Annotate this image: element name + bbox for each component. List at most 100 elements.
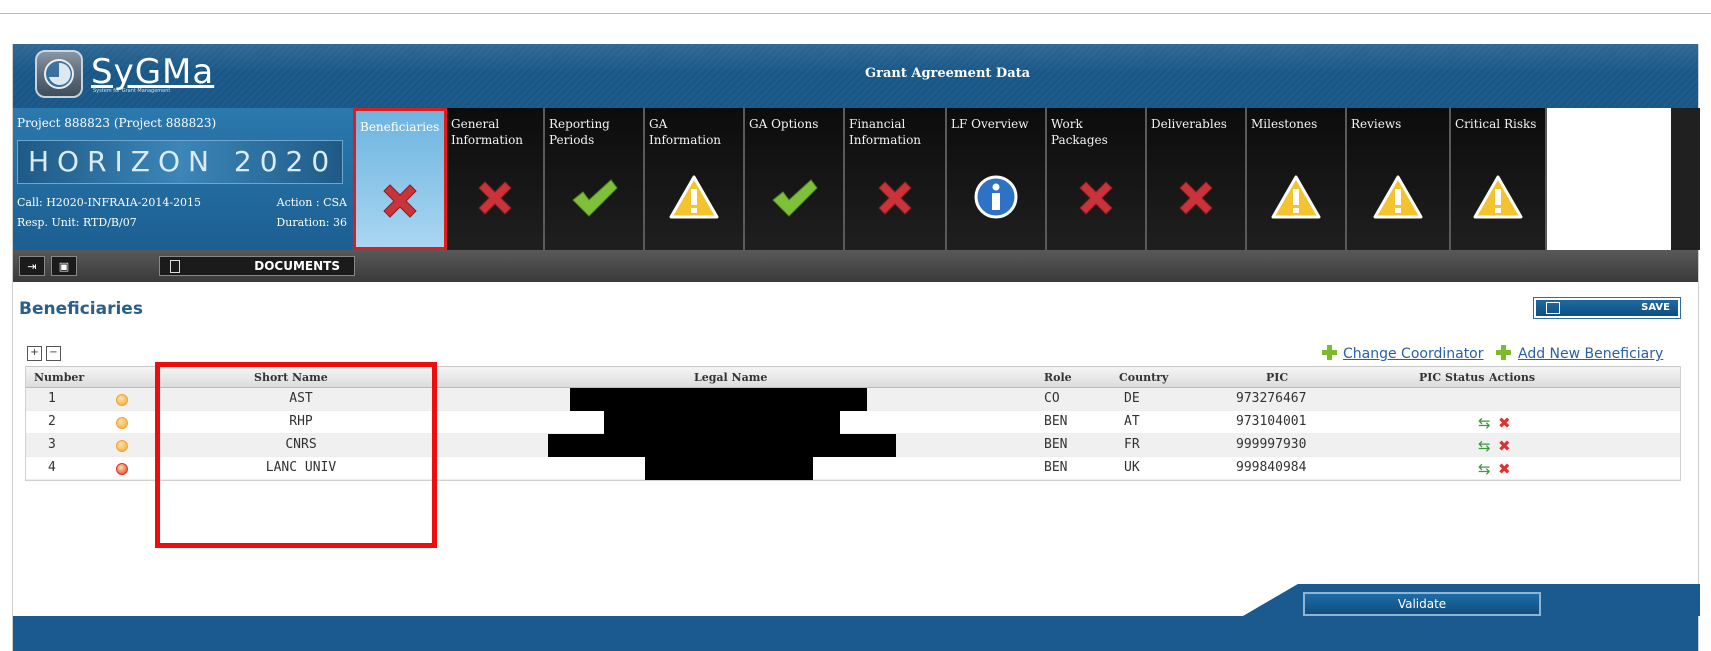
footer-bar	[13, 616, 1698, 651]
tab-label: Beneficiaries	[360, 120, 440, 134]
plus-icon	[1322, 345, 1337, 360]
delete-icon[interactable]: ✖	[1498, 414, 1511, 432]
project-action: Action : CSA	[276, 196, 347, 209]
section-title: Beneficiaries	[19, 299, 143, 319]
sygma-window: SyGMa System for Grant Management Grant …	[12, 44, 1700, 651]
tab-ga-information[interactable]: GA Information	[645, 108, 745, 250]
save-button[interactable]: SAVE	[1533, 297, 1681, 319]
redacted-legal-name	[645, 457, 813, 480]
cell-number: 3	[48, 437, 56, 452]
document-icon	[170, 260, 180, 273]
status-dot-icon	[116, 417, 128, 429]
sygma-logo[interactable]: SyGMa System for Grant Management	[35, 50, 214, 98]
col-country[interactable]: Country	[1119, 371, 1168, 384]
change-coordinator-link[interactable]: Change Coordinator	[1343, 346, 1484, 362]
tab-milestones[interactable]: Milestones	[1247, 108, 1347, 250]
cell-role: BEN	[1044, 437, 1068, 452]
change-role-icon[interactable]: ⇆	[1478, 437, 1491, 455]
cell-role: CO	[1044, 391, 1060, 406]
collapse-rows-icon[interactable]: −	[46, 346, 61, 361]
tab-lf-overview[interactable]: LF Overview	[947, 108, 1047, 250]
plus-icon	[1496, 345, 1511, 360]
cell-role: BEN	[1044, 460, 1068, 475]
col-pic-status[interactable]: PIC Status	[1419, 371, 1484, 384]
tab-reporting-periods[interactable]: Reporting Periods	[545, 108, 645, 250]
tab-status	[769, 174, 819, 226]
tab-label: Critical Risks	[1455, 117, 1537, 131]
table-expand-controls: + −	[27, 346, 61, 361]
tab-status	[376, 177, 424, 229]
tab-label: General Information	[451, 117, 524, 147]
validate-button[interactable]: Validate	[1303, 592, 1541, 616]
cell-number: 1	[48, 391, 56, 406]
tab-critical-risks[interactable]: Critical Risks	[1451, 108, 1547, 250]
cell-country: FR	[1124, 437, 1140, 452]
delete-icon[interactable]: ✖	[1498, 437, 1511, 455]
col-number[interactable]: Number	[34, 371, 84, 384]
tab-label: LF Overview	[951, 117, 1029, 131]
tab-label: Work Packages	[1051, 117, 1108, 147]
delete-icon[interactable]: ✖	[1498, 460, 1511, 478]
error-x-icon	[1179, 181, 1213, 215]
cell-country: UK	[1124, 460, 1140, 475]
print-icon[interactable]: ▣	[51, 256, 77, 276]
tab-financial-information[interactable]: Financial Information	[845, 108, 947, 250]
col-pic[interactable]: PIC	[1266, 371, 1288, 384]
tab-ga-options[interactable]: GA Options	[745, 108, 845, 250]
change-role-icon[interactable]: ⇆	[1478, 414, 1491, 432]
expand-all-icon[interactable]: ⇥	[19, 256, 45, 276]
status-dot-icon	[116, 394, 128, 406]
cell-number: 4	[48, 460, 56, 475]
page-title: Grant Agreement Data	[865, 66, 1031, 81]
app-header: SyGMa System for Grant Management Grant …	[13, 44, 1698, 108]
documents-label: DOCUMENTS	[254, 259, 340, 273]
tab-label: Deliverables	[1151, 117, 1227, 131]
tab-status	[973, 174, 1019, 224]
error-x-icon	[383, 184, 417, 218]
error-x-icon	[478, 181, 512, 215]
check-icon	[572, 179, 618, 217]
program-banner: HORIZON 2020	[17, 140, 343, 184]
project-duration: Duration: 36	[276, 216, 347, 229]
tab-status	[871, 174, 919, 226]
tab-label: GA Information	[649, 117, 722, 147]
save-icon	[1546, 302, 1560, 314]
redacted-legal-name	[548, 434, 896, 457]
expand-rows-icon[interactable]: +	[27, 346, 42, 361]
sygma-logo-icon	[35, 50, 83, 98]
tab-label: GA Options	[749, 117, 819, 131]
add-beneficiary-link[interactable]: Add New Beneficiary	[1518, 346, 1663, 362]
warning-icon	[1271, 175, 1321, 219]
tab-label: Reporting Periods	[549, 117, 610, 147]
cell-pic: 973276467	[1236, 391, 1307, 406]
tab-general-information[interactable]: General Information	[447, 108, 545, 250]
tab-work-packages[interactable]: Work Packages	[1047, 108, 1147, 250]
documents-button[interactable]: DOCUMENTS	[159, 256, 355, 276]
browser-top-strip	[0, 0, 1711, 14]
change-role-icon[interactable]: ⇆	[1478, 460, 1491, 478]
short-name-highlight	[155, 362, 437, 548]
tab-label: Financial Information	[849, 117, 922, 147]
project-resp-unit: Resp. Unit: RTD/B/07	[17, 216, 137, 229]
tab-label: Milestones	[1251, 117, 1318, 131]
tab-reviews[interactable]: Reviews	[1347, 108, 1451, 250]
tab-status	[1373, 174, 1423, 224]
col-role[interactable]: Role	[1044, 371, 1072, 384]
col-legal-name[interactable]: Legal Name	[694, 371, 767, 384]
save-label: SAVE	[1641, 302, 1670, 313]
tab-status	[669, 174, 719, 224]
cell-pic: 973104001	[1236, 414, 1307, 429]
cell-role: BEN	[1044, 414, 1068, 429]
tab-label: Reviews	[1351, 117, 1402, 131]
cell-country: AT	[1124, 414, 1140, 429]
status-dot-icon	[116, 463, 128, 475]
project-title: Project 888823 (Project 888823)	[17, 116, 217, 130]
project-call: Call: H2020-INFRAIA-2014-2015	[17, 196, 202, 209]
tab-status	[569, 174, 619, 226]
tab-status	[471, 174, 519, 226]
tab-deliverables[interactable]: Deliverables	[1147, 108, 1247, 250]
section-tabs: Beneficiaries General Information Reportin…	[353, 108, 1547, 250]
tab-beneficiaries[interactable]: Beneficiaries	[353, 108, 447, 250]
check-icon	[772, 179, 818, 217]
col-actions[interactable]: Actions	[1489, 371, 1535, 384]
